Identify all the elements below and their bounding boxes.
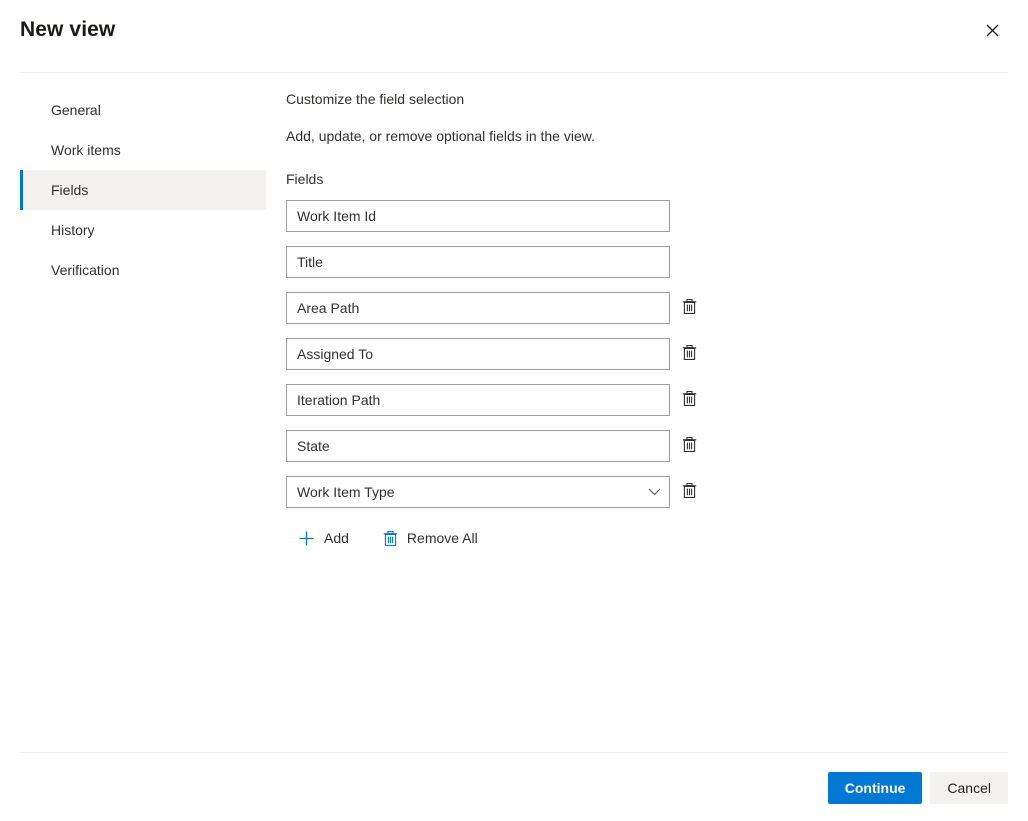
field-row	[286, 292, 986, 324]
field-input-work-item-type[interactable]	[286, 476, 670, 508]
trash-icon	[682, 436, 697, 456]
add-field-button[interactable]: Add	[290, 522, 357, 554]
field-input-iteration-path[interactable]	[286, 384, 670, 416]
panel-subtext: Add, update, or remove optional fields i…	[286, 126, 986, 146]
fields-section-label: Fields	[286, 169, 986, 189]
field-input-assigned-to[interactable]	[286, 338, 670, 370]
dialog-body: General Work items Fields History Verifi…	[0, 73, 1028, 752]
remove-all-fields-button[interactable]: Remove All	[375, 522, 486, 554]
sidebar-item-fields[interactable]: Fields	[20, 170, 266, 210]
sidebar-item-label: Fields	[51, 182, 88, 198]
field-input-wrap	[286, 476, 670, 508]
close-button[interactable]	[976, 14, 1008, 46]
field-input-wrap	[286, 200, 670, 232]
delete-field-button-work-item-type[interactable]	[674, 477, 704, 507]
field-input-wrap	[286, 246, 670, 278]
field-delete-spacer	[670, 201, 704, 231]
field-input-title[interactable]	[286, 246, 670, 278]
fields-list	[286, 200, 986, 508]
field-input-wrap	[286, 384, 670, 416]
page-title: New view	[20, 18, 115, 42]
field-row	[286, 246, 986, 278]
close-icon	[986, 24, 999, 37]
continue-button[interactable]: Continue	[828, 772, 923, 804]
sidebar-item-work-items[interactable]: Work items	[20, 130, 266, 170]
fields-command-bar: Add Remove All	[286, 522, 986, 554]
trash-icon	[682, 298, 697, 318]
field-row	[286, 430, 986, 462]
delete-field-button-area-path[interactable]	[674, 293, 704, 323]
plus-icon	[298, 530, 315, 547]
field-input-wrap	[286, 430, 670, 462]
main-panel: Customize the field selection Add, updat…	[286, 73, 986, 554]
sidebar-item-label: General	[51, 102, 101, 118]
dialog-footer: Continue Cancel	[0, 753, 1028, 821]
field-row	[286, 384, 986, 416]
sidebar-item-label: Work items	[51, 142, 121, 158]
remove-all-fields-label: Remove All	[407, 530, 478, 546]
sidebar-item-label: History	[51, 222, 95, 238]
sidebar-item-general[interactable]: General	[20, 90, 266, 130]
field-row	[286, 338, 986, 370]
delete-field-button-assigned-to[interactable]	[674, 339, 704, 369]
trash-icon	[682, 344, 697, 364]
trash-icon	[383, 530, 398, 547]
field-row	[286, 476, 986, 508]
field-row	[286, 200, 986, 232]
add-field-label: Add	[324, 530, 349, 546]
cancel-button[interactable]: Cancel	[930, 772, 1008, 804]
sidebar-item-verification[interactable]: Verification	[20, 250, 266, 290]
field-input-work-item-id[interactable]	[286, 200, 670, 232]
sidebar: General Work items Fields History Verifi…	[20, 90, 266, 290]
field-input-state[interactable]	[286, 430, 670, 462]
field-input-wrap	[286, 338, 670, 370]
delete-field-button-iteration-path[interactable]	[674, 385, 704, 415]
delete-field-button-state[interactable]	[674, 431, 704, 461]
panel-heading: Customize the field selection	[286, 89, 986, 109]
trash-icon	[682, 482, 697, 502]
field-input-area-path[interactable]	[286, 292, 670, 324]
field-input-wrap	[286, 292, 670, 324]
sidebar-item-label: Verification	[51, 262, 119, 278]
trash-icon	[682, 390, 697, 410]
dialog-header: New view	[0, 0, 1028, 72]
footer-actions: Continue Cancel	[828, 772, 1008, 804]
field-delete-spacer	[670, 247, 704, 277]
sidebar-item-history[interactable]: History	[20, 210, 266, 250]
